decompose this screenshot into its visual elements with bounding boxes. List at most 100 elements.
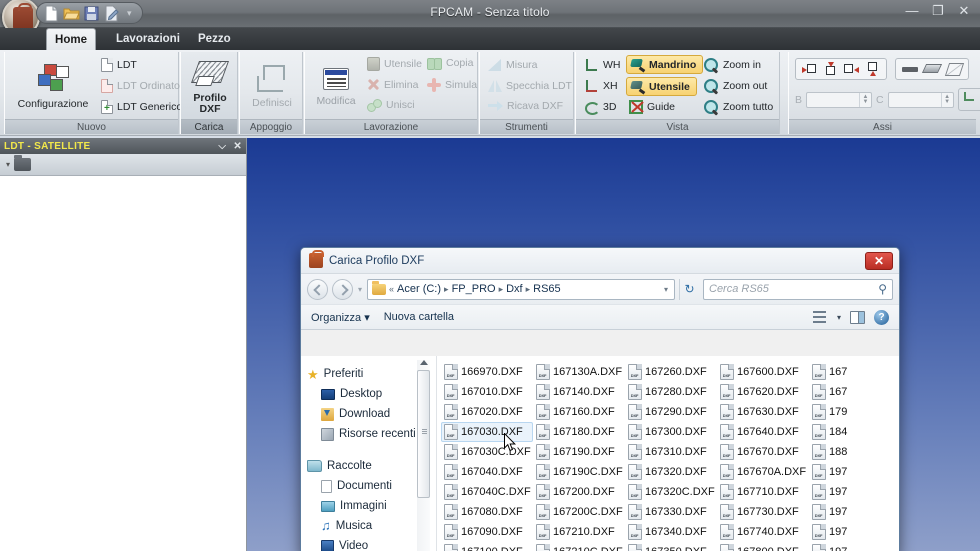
copia-button[interactable]: Copia [427, 57, 473, 70]
view-mode-icon[interactable] [812, 310, 828, 324]
file-item[interactable]: 197 [809, 482, 899, 502]
file-item[interactable]: 167180.DXF [533, 422, 625, 442]
dialog-help-icon[interactable]: ? [874, 309, 889, 325]
file-item[interactable]: 167300.DXF [625, 422, 717, 442]
breadcrumb-item-3[interactable]: RS65 [533, 283, 561, 295]
file-item[interactable]: 167 [809, 382, 899, 402]
address-dropdown-icon[interactable]: ▾ [664, 285, 672, 294]
view-mode-caret-icon[interactable]: ▾ [837, 313, 841, 322]
search-box[interactable]: Cerca RS65 ⚲ [703, 278, 893, 300]
breadcrumb-overflow[interactable]: « [389, 284, 394, 294]
file-item[interactable]: 167280.DXF [625, 382, 717, 402]
history-caret-icon[interactable]: ▾ [358, 285, 362, 294]
file-item[interactable]: 197 [809, 522, 899, 542]
definisci-button[interactable]: Definisci [242, 57, 302, 117]
file-item[interactable]: 167020.DXF [441, 402, 533, 422]
blade-icon[interactable] [924, 62, 940, 76]
file-item[interactable]: 167630.DXF [717, 402, 809, 422]
ricava-dxf-button[interactable]: Ricava DXF [488, 100, 563, 112]
file-item[interactable]: 167310.DXF [625, 442, 717, 462]
organizza-menu[interactable]: Organizza ▾ [311, 311, 370, 324]
scroll-up-arrow-icon[interactable] [420, 360, 428, 365]
address-bar[interactable]: « Acer (C:) ▸ FP_PRO ▸ Dxf ▸ RS65 ▾ [367, 278, 675, 300]
guide-button[interactable]: Guide [629, 100, 675, 114]
ldt-button[interactable]: LDT [101, 58, 137, 72]
file-item[interactable]: 197 [809, 542, 899, 551]
preview-pane-icon[interactable] [850, 310, 865, 324]
file-item[interactable]: 197 [809, 462, 899, 482]
slant-icon[interactable] [946, 62, 962, 76]
file-item[interactable]: 167600.DXF [717, 362, 809, 382]
ldt-ordinato-button[interactable]: LDT Ordinato [101, 79, 180, 93]
simula-button[interactable]: Simula [427, 78, 477, 92]
file-item[interactable]: 188 [809, 442, 899, 462]
axis-c-stepper[interactable]: ▲ ▼ [887, 91, 954, 108]
wh-view-button[interactable]: WH [584, 58, 621, 72]
file-item[interactable]: 167030C.DXF [441, 442, 533, 462]
file-item[interactable]: 167730.DXF [717, 502, 809, 522]
file-item[interactable]: 167 [809, 362, 899, 382]
file-item[interactable]: 179 [809, 402, 899, 422]
file-item[interactable]: 167030.DXF [441, 422, 533, 442]
breadcrumb-item-2[interactable]: Dxf [506, 283, 523, 295]
folder-icon[interactable] [14, 155, 32, 171]
file-item[interactable]: 167320.DXF [625, 462, 717, 482]
xh-view-button[interactable]: XH [584, 79, 618, 93]
configurazione-button[interactable]: Configurazione [11, 56, 95, 118]
file-item[interactable]: 167620.DXF [717, 382, 809, 402]
forward-button[interactable] [332, 278, 353, 300]
axis-b-input[interactable] [807, 93, 859, 107]
modifica-button[interactable]: Modifica [309, 58, 363, 116]
axis-angle-icon[interactable] [962, 91, 979, 108]
file-item[interactable]: 167010.DXF [441, 382, 533, 402]
file-item[interactable]: 167670.DXF [717, 442, 809, 462]
nuova-cartella-button[interactable]: Nuova cartella [384, 311, 454, 323]
pin-icon[interactable]: ⌵ [218, 141, 226, 152]
file-item[interactable]: 167260.DXF [625, 362, 717, 382]
axis-c-spinner[interactable]: ▲ ▼ [940, 92, 953, 107]
axis-down-icon[interactable] [865, 62, 880, 76]
zoom-tutto-button[interactable]: Zoom tutto [704, 100, 773, 114]
file-item[interactable]: 167160.DXF [533, 402, 625, 422]
file-item[interactable]: 167670A.DXF [717, 462, 809, 482]
zoom-in-button[interactable]: Zoom in [704, 58, 761, 72]
profilo-dxf-button[interactable]: Profilo DXF [183, 55, 237, 118]
file-item[interactable]: 167210C.DXF [533, 542, 625, 551]
file-item[interactable]: 167190C.DXF [533, 462, 625, 482]
file-item[interactable]: 167210.DXF [533, 522, 625, 542]
minimize-button[interactable]: — [904, 4, 920, 17]
dialog-close-button[interactable]: ✕ [865, 251, 893, 270]
file-item[interactable]: 167320C.DXF [625, 482, 717, 502]
specchia-ldt-button[interactable]: Specchia LDT [488, 79, 572, 92]
file-item[interactable]: 167100.DXF [441, 542, 533, 551]
close-button[interactable]: ✕ [956, 4, 972, 17]
file-item[interactable]: 167130A.DXF [533, 362, 625, 382]
file-item[interactable]: 184 [809, 422, 899, 442]
file-list-pane[interactable]: 166970.DXF 167010.DXF 167020.DXF 167030.DXF… [436, 356, 899, 551]
3d-view-button[interactable]: 3D [584, 100, 616, 115]
breadcrumb-item-0[interactable]: Acer (C:) [397, 283, 441, 295]
tree-expand-caret[interactable]: ▾ [6, 160, 10, 169]
file-item[interactable]: 167350.DXF [625, 542, 717, 551]
elimina-button[interactable]: Elimina [367, 78, 418, 91]
file-item[interactable]: 166970.DXF [441, 362, 533, 382]
file-item[interactable]: 167330.DXF [625, 502, 717, 522]
navigation-pane-scrollbar[interactable] [417, 360, 430, 551]
axis-left-icon[interactable] [802, 62, 817, 76]
file-item[interactable]: 167190.DXF [533, 442, 625, 462]
file-item[interactable]: 167040C.DXF [441, 482, 533, 502]
file-item[interactable]: 167340.DXF [625, 522, 717, 542]
axis-b-spinner[interactable]: ▲ ▼ [859, 92, 871, 107]
breadcrumb-item-1[interactable]: FP_PRO [452, 283, 496, 295]
unisci-button[interactable]: Unisci [367, 99, 415, 112]
maximize-button[interactable]: ❐ [930, 4, 946, 17]
file-item[interactable]: 167640.DXF [717, 422, 809, 442]
file-item[interactable]: 167080.DXF [441, 502, 533, 522]
mandrino-toggle[interactable]: Mandrino [626, 55, 704, 74]
tab-home[interactable]: Home [46, 28, 96, 50]
ldt-generico-button[interactable]: LDT Generico [101, 100, 182, 114]
misura-button[interactable]: Misura [488, 58, 538, 71]
file-item[interactable]: 197 [809, 502, 899, 522]
file-item[interactable]: 167740.DXF [717, 522, 809, 542]
file-item[interactable]: 167290.DXF [625, 402, 717, 422]
